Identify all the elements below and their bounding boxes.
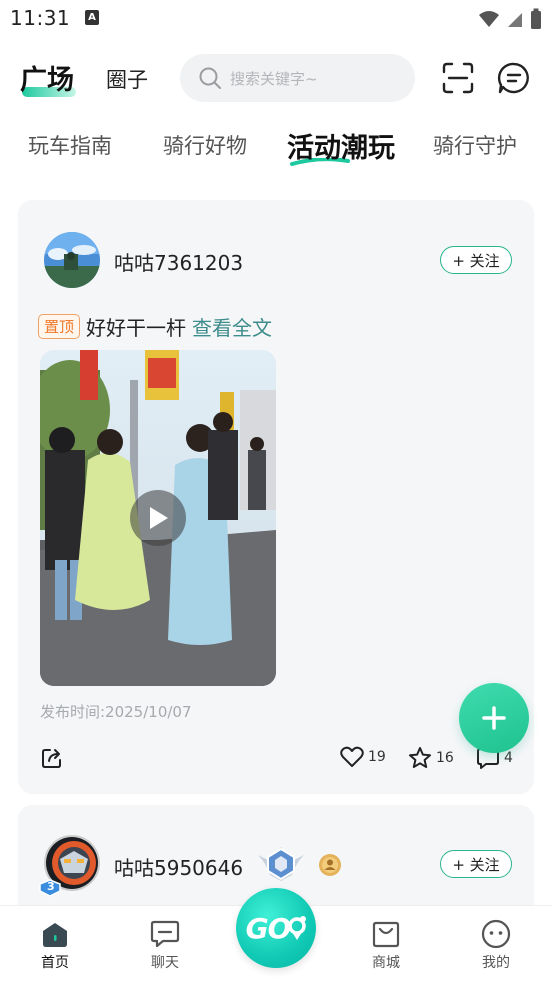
tab-activities[interactable]: 活动潮玩 xyxy=(287,126,395,165)
share-icon[interactable] xyxy=(40,746,64,770)
profile-icon xyxy=(481,919,511,949)
tab-square[interactable]: 广场 xyxy=(20,58,74,97)
nav-profile[interactable]: 我的 xyxy=(466,918,526,972)
message-icon[interactable] xyxy=(496,60,532,96)
read-more-link[interactable]: 查看全文 xyxy=(192,312,272,341)
shop-bag-icon xyxy=(372,921,400,948)
rank-medal-icon xyxy=(258,847,304,881)
nav-profile-label: 我的 xyxy=(482,955,510,971)
go-icon xyxy=(288,916,307,940)
nav-shop[interactable]: 商城 xyxy=(356,918,416,972)
a-icon: A xyxy=(85,10,99,25)
like-count: 19 xyxy=(368,749,386,765)
play-button[interactable] xyxy=(130,490,186,546)
post-text: 好好干一杆 xyxy=(86,316,187,340)
search-icon xyxy=(199,67,221,89)
follow-button[interactable]: + 关注 xyxy=(440,246,512,274)
tab-car-guide[interactable]: 玩车指南 xyxy=(28,130,112,160)
tab-circle[interactable]: 圈子 xyxy=(106,64,148,94)
top-header: 广场 圈子 搜索关键字~ xyxy=(0,52,552,104)
add-post-button[interactable] xyxy=(459,683,529,753)
play-icon xyxy=(150,507,168,529)
go-label: GO xyxy=(245,911,292,945)
go-button[interactable]: GO xyxy=(236,888,316,968)
post-card[interactable]: 咕咕7361203 + 关注 置顶 好好干一杆 查看全文 发布时间:2025/1… xyxy=(18,200,534,794)
status-icons xyxy=(478,8,542,30)
star-count: 16 xyxy=(436,750,454,766)
wifi-icon xyxy=(479,11,499,27)
search-placeholder: 搜索关键字~ xyxy=(230,69,318,88)
publish-time: 发布时间:2025/10/07 xyxy=(40,703,192,721)
tab-riding-goods[interactable]: 骑行好物 xyxy=(163,130,247,160)
heart-icon xyxy=(340,746,364,767)
username[interactable]: 咕咕7361203 xyxy=(114,247,243,276)
tab-riding-guard[interactable]: 骑行守护 xyxy=(433,130,517,160)
comment-count: 4 xyxy=(504,750,513,766)
video-thumbnail[interactable] xyxy=(40,350,276,686)
follow-button[interactable]: + 关注 xyxy=(440,850,512,878)
level-number: 3 xyxy=(47,880,55,893)
battery-icon xyxy=(531,8,541,29)
home-icon xyxy=(43,923,67,947)
scan-icon[interactable] xyxy=(440,60,476,96)
medal-icon xyxy=(319,854,341,876)
avatar[interactable] xyxy=(44,232,100,288)
nav-home[interactable]: 首页 xyxy=(25,918,85,972)
search-input[interactable]: 搜索关键字~ xyxy=(180,54,415,102)
signal-icon xyxy=(508,13,522,27)
like-button[interactable]: 19 xyxy=(340,746,386,768)
username[interactable]: 咕咕5950646 xyxy=(114,852,243,881)
nav-home-label: 首页 xyxy=(41,955,69,971)
plus-icon xyxy=(482,706,506,730)
star-icon xyxy=(409,747,431,768)
status-bar: 11:31 A xyxy=(0,0,552,40)
nav-chat[interactable]: 聊天 xyxy=(135,918,195,972)
post-content: 置顶 好好干一杆 查看全文 xyxy=(38,312,272,341)
category-tabs: 玩车指南 骑行好物 活动潮玩 骑行守护 xyxy=(0,126,552,172)
nav-chat-label: 聊天 xyxy=(151,955,179,971)
status-time: 11:31 xyxy=(10,6,71,30)
chat-icon xyxy=(150,920,180,948)
nav-shop-label: 商城 xyxy=(372,955,400,971)
pinned-badge: 置顶 xyxy=(38,314,81,339)
bottom-nav: 首页 聊天 GO 商城 我的 xyxy=(0,888,552,983)
favorite-button[interactable]: 16 xyxy=(408,746,454,770)
